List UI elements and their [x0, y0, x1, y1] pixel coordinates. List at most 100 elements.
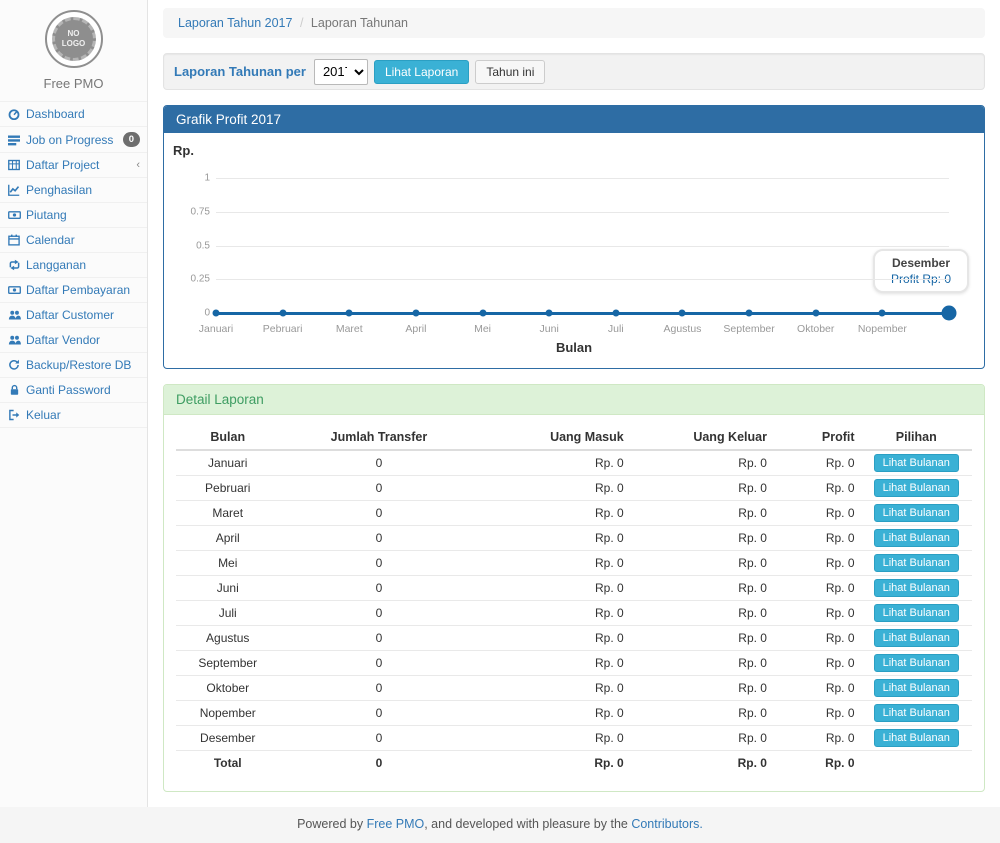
column-header-pilihan: Pilihan [861, 425, 972, 450]
this-year-button[interactable]: Tahun ini [475, 60, 545, 84]
sidebar-item-label: Job on Progress [26, 133, 113, 147]
view-monthly-button-oktober[interactable]: Lihat Bulanan [874, 679, 959, 697]
sidebar-item-backup-restore-db[interactable]: Backup/Restore DB [0, 353, 147, 378]
view-monthly-button-mei[interactable]: Lihat Bulanan [874, 554, 959, 572]
sidebar-item-job-on-progress[interactable]: Job on Progress 0 [0, 127, 147, 153]
sidebar-item-calendar[interactable]: Calendar [0, 228, 147, 253]
table-total-row: Total0Rp. 0Rp. 0Rp. 0 [176, 751, 972, 775]
count-badge: 0 [123, 132, 140, 147]
x-tick-label: Nopember [858, 323, 907, 335]
data-point-maret[interactable] [346, 310, 353, 317]
total-profit: Rp. 0 [773, 751, 861, 775]
view-report-button[interactable]: Lihat Laporan [374, 60, 469, 84]
users-icon [7, 334, 21, 347]
x-tick-label: Juni [540, 323, 559, 335]
view-monthly-button-maret[interactable]: Lihat Bulanan [874, 504, 959, 522]
report-table-wrap: BulanJumlah TransferUang MasukUang Kelua… [164, 415, 984, 791]
cell-uang_keluar: Rp. 0 [630, 651, 773, 676]
sidebar-item-label: Langganan [26, 258, 86, 272]
data-point-pebruari[interactable] [279, 310, 286, 317]
cell-uang_masuk: Rp. 0 [478, 501, 629, 526]
sidebar-item-langganan[interactable]: Langganan [0, 253, 147, 278]
cell-bulan: Januari [176, 450, 279, 476]
cell-profit: Rp. 0 [773, 601, 861, 626]
cell-uang_keluar: Rp. 0 [630, 576, 773, 601]
total-jumlah_transfer: 0 [279, 751, 478, 775]
view-monthly-button-januari[interactable]: Lihat Bulanan [874, 454, 959, 472]
sign-out-icon [7, 409, 21, 422]
view-monthly-button-juli[interactable]: Lihat Bulanan [874, 604, 959, 622]
view-monthly-button-desember[interactable]: Lihat Bulanan [874, 729, 959, 747]
sidebar-item-piutang[interactable]: Piutang [0, 203, 147, 228]
cell-bulan: Agustus [176, 626, 279, 651]
table-row-juni: Juni0Rp. 0Rp. 0Rp. 0Lihat Bulanan [176, 576, 972, 601]
sidebar-item-daftar-vendor[interactable]: Daftar Vendor [0, 328, 147, 353]
cell-bulan: Oktober [176, 676, 279, 701]
sidebar-item-daftar-pembayaran[interactable]: Daftar Pembayaran [0, 278, 147, 303]
cell-jumlah_transfer: 0 [279, 726, 478, 751]
x-tick-label: Pebruari [263, 323, 303, 335]
data-point-april[interactable] [412, 310, 419, 317]
breadcrumb-link-laporan-tahun[interactable]: Laporan Tahun 2017 [178, 16, 292, 30]
chevron-left-icon: ‹ [136, 160, 140, 171]
refresh-icon [7, 359, 21, 372]
sidebar-item-daftar-project[interactable]: Daftar Project ‹ [0, 153, 147, 178]
data-point-juni[interactable] [546, 310, 553, 317]
cell-uang_masuk: Rp. 0 [478, 701, 629, 726]
sidebar-item-label: Dashboard [26, 107, 85, 121]
data-point-desember[interactable] [942, 306, 957, 321]
sidebar: NO LOGO Free PMO DashboardJob on Progres… [0, 0, 148, 807]
cell-pilihan: Lihat Bulanan [861, 651, 972, 676]
main-content: Laporan Tahun 2017 / Laporan Tahunan Lap… [148, 0, 1000, 807]
data-point-agustus[interactable] [679, 310, 686, 317]
cell-uang_masuk: Rp. 0 [478, 526, 629, 551]
sidebar-item-penghasilan[interactable]: Penghasilan [0, 178, 147, 203]
view-monthly-button-nopember[interactable]: Lihat Bulanan [874, 704, 959, 722]
sidebar-item-dashboard[interactable]: Dashboard [0, 102, 147, 127]
cell-uang_keluar: Rp. 0 [630, 501, 773, 526]
y-tick-label: 1 [168, 173, 210, 184]
sidebar-item-daftar-customer[interactable]: Daftar Customer [0, 303, 147, 328]
gridline [216, 246, 949, 247]
cell-jumlah_transfer: 0 [279, 501, 478, 526]
table-row-nopember: Nopember0Rp. 0Rp. 0Rp. 0Lihat Bulanan [176, 701, 972, 726]
year-select[interactable]: 2017 [314, 59, 368, 85]
sidebar-item-keluar[interactable]: Keluar [0, 403, 147, 428]
view-monthly-button-pebruari[interactable]: Lihat Bulanan [874, 479, 959, 497]
column-header-jumlah-transfer: Jumlah Transfer [279, 425, 478, 450]
cell-jumlah_transfer: 0 [279, 476, 478, 501]
cell-pilihan: Lihat Bulanan [861, 526, 972, 551]
cell-bulan: Juni [176, 576, 279, 601]
table-row-juli: Juli0Rp. 0Rp. 0Rp. 0Lihat Bulanan [176, 601, 972, 626]
gridline [216, 178, 949, 179]
x-tick-label: Juli [608, 323, 624, 335]
view-monthly-button-september[interactable]: Lihat Bulanan [874, 654, 959, 672]
data-point-nopember[interactable] [879, 310, 886, 317]
cell-profit: Rp. 0 [773, 551, 861, 576]
view-monthly-button-juni[interactable]: Lihat Bulanan [874, 579, 959, 597]
gridline [216, 212, 949, 213]
table-row-september: September0Rp. 0Rp. 0Rp. 0Lihat Bulanan [176, 651, 972, 676]
calendar-icon [7, 234, 21, 247]
data-point-juli[interactable] [612, 310, 619, 317]
sidebar-item-ganti-password[interactable]: Ganti Password [0, 378, 147, 403]
profit-line-series [216, 312, 949, 315]
cell-jumlah_transfer: 0 [279, 450, 478, 476]
view-monthly-button-april[interactable]: Lihat Bulanan [874, 529, 959, 547]
app-window: NO LOGO Free PMO DashboardJob on Progres… [0, 0, 1000, 807]
y-tick-label: 0.5 [168, 240, 210, 251]
table-header-row: BulanJumlah TransferUang MasukUang Kelua… [176, 425, 972, 450]
data-point-september[interactable] [746, 310, 753, 317]
cell-bulan: Nopember [176, 701, 279, 726]
cell-pilihan: Lihat Bulanan [861, 701, 972, 726]
x-tick-label: Januari [199, 323, 233, 335]
data-point-mei[interactable] [479, 310, 486, 317]
view-monthly-button-agustus[interactable]: Lihat Bulanan [874, 629, 959, 647]
cell-pilihan: Lihat Bulanan [861, 576, 972, 601]
sidebar-item-label: Calendar [26, 233, 75, 247]
data-point-januari[interactable] [213, 310, 220, 317]
sidebar-item-label: Daftar Project [26, 158, 99, 172]
column-header-bulan: Bulan [176, 425, 279, 450]
cell-uang_masuk: Rp. 0 [478, 576, 629, 601]
data-point-oktober[interactable] [812, 310, 819, 317]
